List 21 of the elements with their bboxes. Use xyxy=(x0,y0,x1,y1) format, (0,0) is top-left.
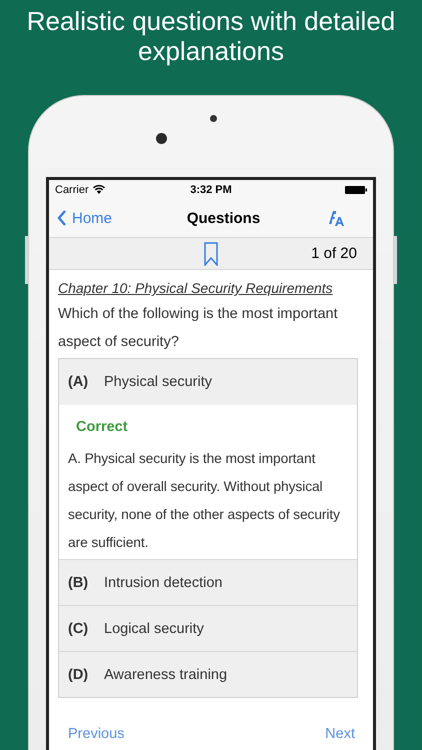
bookmark-icon[interactable] xyxy=(204,242,218,266)
question-text: Which of the following is the most important aspect of security? xyxy=(58,305,339,352)
result-label: Correct xyxy=(76,418,128,437)
speaker-icon xyxy=(210,115,217,122)
carrier-label: Carrier xyxy=(55,184,89,196)
back-button[interactable]: Home xyxy=(57,210,112,226)
wifi-icon xyxy=(92,185,105,194)
chevron-icon xyxy=(57,210,67,226)
camera-icon xyxy=(156,133,167,144)
explanation-text: A. Physical security is the most important aspect of overall security. Without physical security, none of the other aspects of security are sufficient. xyxy=(68,450,341,552)
answer-option[interactable]: (B) Intrusion detection xyxy=(59,559,357,605)
nav-title: Questions xyxy=(186,210,260,226)
answer-option[interactable]: (C) Logical security xyxy=(59,605,357,651)
answer-option[interactable]: (D) Awareness training xyxy=(59,651,357,697)
status-time: 3:32 PM xyxy=(190,184,232,196)
answer-option[interactable]: (A) Physical security xyxy=(59,359,357,405)
headline: Realistic questions with detailed explanations xyxy=(26,5,396,66)
question-counter: 1 of 20 xyxy=(311,245,357,262)
font-size-icon[interactable] xyxy=(327,209,345,227)
battery-icon xyxy=(344,186,367,194)
chapter-title: Chapter 10: Physical Security Requirements xyxy=(58,279,334,298)
